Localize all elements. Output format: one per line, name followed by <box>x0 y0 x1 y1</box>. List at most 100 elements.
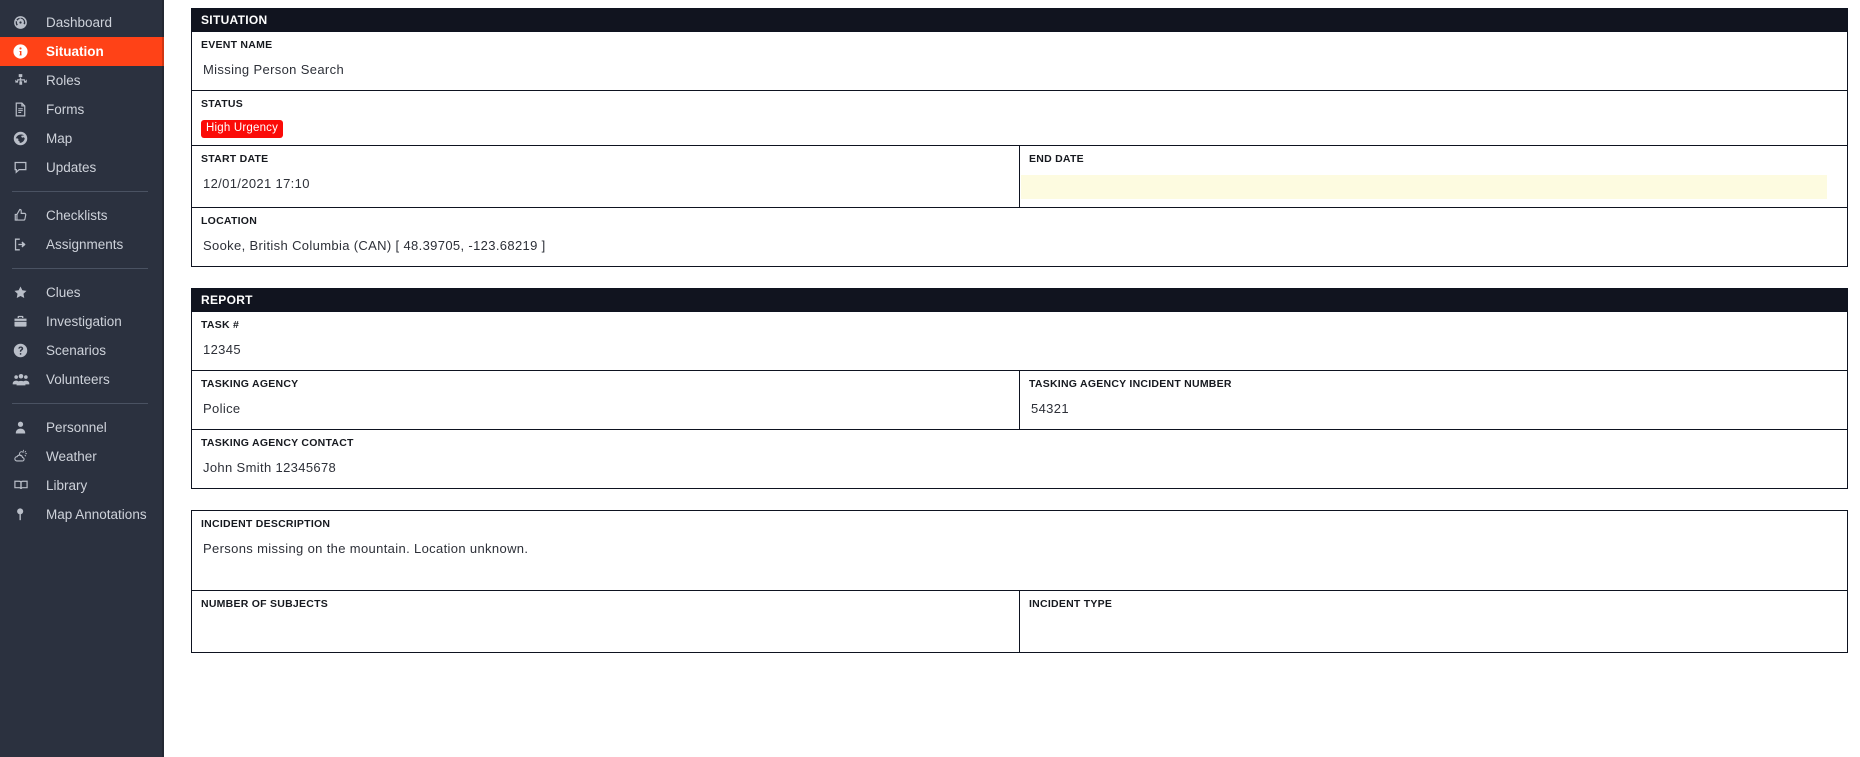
sidebar-item-label: Assignments <box>46 236 124 252</box>
app-root: Dashboard Situation Roles Forms Map Upda… <box>0 0 1860 757</box>
chat-bubble-icon <box>12 159 38 176</box>
sidebar-item-roles[interactable]: Roles <box>0 66 164 95</box>
incident-description-value[interactable]: Persons missing on the mountain. Locatio… <box>192 530 1847 590</box>
info-circle-icon <box>12 43 38 60</box>
end-date-cell: END DATE <box>1019 146 1847 207</box>
sidebar-item-personnel[interactable]: Personnel <box>0 413 164 442</box>
tasking-agency-value[interactable]: Police <box>192 390 1019 429</box>
sidebar: Dashboard Situation Roles Forms Map Upda… <box>0 0 164 757</box>
incident-meta-row: NUMBER OF SUBJECTS INCIDENT TYPE <box>192 590 1847 652</box>
start-date-value[interactable]: 12/01/2021 17:10 <box>192 165 1019 204</box>
event-name-row: EVENT NAME Missing Person Search <box>192 31 1847 90</box>
sidebar-item-checklists[interactable]: Checklists <box>0 201 164 230</box>
tasking-agency-label: TASKING AGENCY <box>201 378 299 390</box>
number-of-subjects-cell: NUMBER OF SUBJECTS <box>192 591 1019 652</box>
status-row: STATUS High Urgency <box>192 90 1847 145</box>
tasking-agency-contact-row: TASKING AGENCY CONTACT John Smith 123456… <box>192 429 1847 488</box>
map-pin-icon <box>12 506 38 523</box>
sidebar-item-label: Checklists <box>46 207 108 223</box>
dates-row: START DATE 12/01/2021 17:10 END DATE <box>192 145 1847 207</box>
incident-description-row: INCIDENT DESCRIPTION Persons missing on … <box>192 511 1847 590</box>
start-date-label: START DATE <box>201 153 269 165</box>
tasking-agency-contact-label: TASKING AGENCY CONTACT <box>201 437 354 449</box>
event-name-label: EVENT NAME <box>201 39 273 51</box>
sidebar-item-scenarios[interactable]: Scenarios <box>0 336 164 365</box>
end-date-label: END DATE <box>1029 153 1084 165</box>
sidebar-item-label: Clues <box>46 284 81 300</box>
sidebar-item-assignments[interactable]: Assignments <box>0 230 164 259</box>
book-open-icon <box>12 477 38 494</box>
number-of-subjects-value[interactable] <box>192 610 1019 652</box>
sidebar-divider <box>12 268 148 269</box>
document-icon <box>12 101 38 118</box>
sidebar-item-label: Map <box>46 130 73 146</box>
event-name-cell: EVENT NAME Missing Person Search <box>192 32 1847 90</box>
incident-description-label: INCIDENT DESCRIPTION <box>201 518 331 530</box>
tasking-agency-incident-number-value[interactable]: 54321 <box>1020 390 1847 429</box>
sidebar-item-volunteers[interactable]: Volunteers <box>0 365 164 394</box>
briefcase-icon <box>12 313 38 330</box>
sidebar-item-weather[interactable]: Weather <box>0 442 164 471</box>
weather-cloud-sun-icon <box>12 448 38 465</box>
sign-out-icon <box>12 236 38 253</box>
sidebar-item-library[interactable]: Library <box>0 471 164 500</box>
sidebar-item-situation[interactable]: Situation <box>0 37 164 66</box>
situation-panel: SITUATION EVENT NAME Missing Person Sear… <box>191 8 1848 267</box>
sidebar-item-label: Weather <box>46 448 97 464</box>
sidebar-item-label: Situation <box>46 43 104 59</box>
location-cell: LOCATION Sooke, British Columbia (CAN) [… <box>192 208 1847 266</box>
sidebar-item-updates[interactable]: Updates <box>0 153 164 182</box>
status-cell: STATUS High Urgency <box>192 91 1847 145</box>
tasking-agency-contact-value[interactable]: John Smith 12345678 <box>192 449 1847 488</box>
task-number-cell: TASK # 12345 <box>192 312 1847 370</box>
org-chart-icon <box>12 72 38 89</box>
sidebar-item-label: Forms <box>46 101 85 117</box>
situation-panel-header: SITUATION <box>192 9 1847 31</box>
location-value[interactable]: Sooke, British Columbia (CAN) [ 48.39705… <box>192 227 1847 266</box>
incident-type-value[interactable] <box>1020 610 1847 652</box>
end-date-input[interactable] <box>1021 175 1827 199</box>
sidebar-item-label: Scenarios <box>46 342 107 358</box>
tasking-agency-incident-number-cell: TASKING AGENCY INCIDENT NUMBER 54321 <box>1019 371 1847 429</box>
report-panel: REPORT TASK # 12345 TASKING AGENCY Polic… <box>191 288 1848 489</box>
sidebar-item-investigation[interactable]: Investigation <box>0 307 164 336</box>
incident-description-cell: INCIDENT DESCRIPTION Persons missing on … <box>192 511 1847 590</box>
sidebar-item-forms[interactable]: Forms <box>0 95 164 124</box>
tasking-agency-cell: TASKING AGENCY Police <box>192 371 1019 429</box>
tasking-agency-row: TASKING AGENCY Police TASKING AGENCY INC… <box>192 370 1847 429</box>
event-name-value[interactable]: Missing Person Search <box>192 51 1847 90</box>
start-date-cell: START DATE 12/01/2021 17:10 <box>192 146 1019 207</box>
sidebar-divider <box>12 403 148 404</box>
person-icon <box>12 419 38 436</box>
tasking-agency-contact-cell: TASKING AGENCY CONTACT John Smith 123456… <box>192 430 1847 488</box>
sidebar-item-label: Updates <box>46 159 97 175</box>
location-row: LOCATION Sooke, British Columbia (CAN) [… <box>192 207 1847 266</box>
sidebar-item-label: Roles <box>46 72 81 88</box>
location-label: LOCATION <box>201 215 258 227</box>
globe-icon <box>12 130 38 147</box>
sidebar-item-dashboard[interactable]: Dashboard <box>0 8 164 37</box>
dashboard-icon <box>12 14 38 31</box>
sidebar-divider <box>12 191 148 192</box>
people-group-icon <box>12 371 38 388</box>
task-number-value[interactable]: 12345 <box>192 331 1847 370</box>
number-of-subjects-label: NUMBER OF SUBJECTS <box>201 598 329 610</box>
star-icon <box>12 284 38 301</box>
incident-type-label: INCIDENT TYPE <box>1029 598 1113 610</box>
sidebar-item-map-annotations[interactable]: Map Annotations <box>0 500 164 529</box>
content-bottom-fade <box>164 741 1860 757</box>
status-badge-wrap: High Urgency <box>192 110 1847 145</box>
sidebar-item-label: Dashboard <box>46 14 113 30</box>
main-content: SITUATION EVENT NAME Missing Person Sear… <box>164 0 1860 757</box>
sidebar-item-label: Investigation <box>46 313 122 329</box>
sidebar-item-label: Personnel <box>46 419 107 435</box>
thumbs-up-icon <box>12 207 38 224</box>
tasking-agency-incident-number-label: TASKING AGENCY INCIDENT NUMBER <box>1029 378 1232 390</box>
status-badge[interactable]: High Urgency <box>201 120 284 138</box>
task-number-label: TASK # <box>201 319 240 331</box>
report-panel-header: REPORT <box>192 289 1847 311</box>
sidebar-item-label: Volunteers <box>46 371 110 387</box>
sidebar-item-clues[interactable]: Clues <box>0 278 164 307</box>
question-circle-icon <box>12 342 38 359</box>
sidebar-item-map[interactable]: Map <box>0 124 164 153</box>
